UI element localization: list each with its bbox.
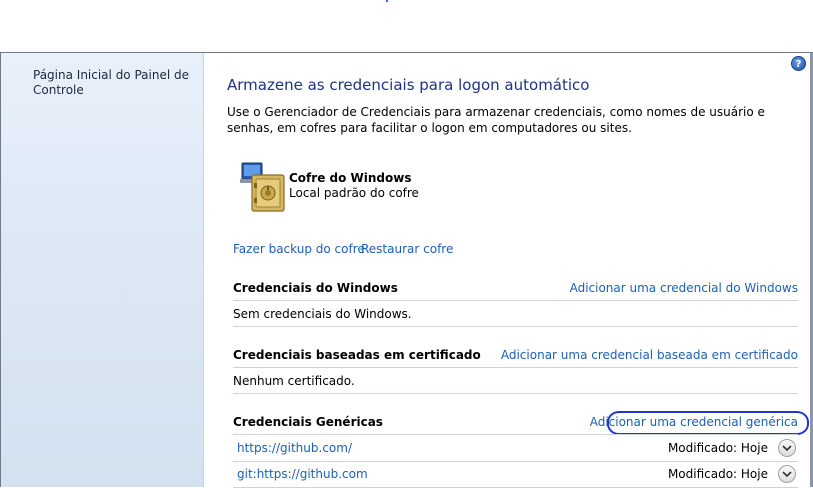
restore-vault-link[interactable]: Restaurar cofre [361,242,453,256]
backup-vault-link[interactable]: Fazer backup do cofre [233,242,365,256]
help-icon[interactable]: ? [791,56,806,71]
credential-address[interactable]: git:https://github.com [237,467,368,481]
vault-name: Cofre do Windows [289,171,412,185]
section-divider [233,300,798,301]
windows-credentials-header: Credenciais do Windows Adicionar uma cre… [233,281,798,299]
top-strip [0,0,813,52]
expand-button[interactable] [778,439,796,457]
control-panel-home-link[interactable]: Página Inicial do Painel de Controle [33,68,193,98]
section-divider [233,434,798,435]
row-divider [233,461,798,462]
add-certificate-credential-link[interactable]: Adicionar uma credencial baseada em cert… [501,348,798,362]
credential-manager-window: Página Inicial do Painel de Controle ? A… [0,52,813,488]
section-divider [233,393,798,394]
vault-subtitle: Local padrão do cofre [289,186,419,200]
navigation-pane: Página Inicial do Painel de Controle [0,53,204,487]
section-divider [233,326,798,327]
list-item[interactable]: https://github.com/ Modificado: Hoje [233,439,798,461]
page-title: Armazene as credenciais para logon autom… [227,76,590,94]
list-item[interactable]: git:https://github.com Modificado: Hoje [233,465,798,487]
expand-button[interactable] [778,465,796,483]
credential-address[interactable]: https://github.com/ [237,441,352,455]
top-mark [386,0,388,2]
vault-safe-icon [240,162,285,212]
certificate-credentials-empty: Nenhum certificado. [233,374,355,388]
credential-modified: Modificado: Hoje [667,467,768,481]
section-heading: Credenciais do Windows [233,281,398,295]
certificate-credentials-header: Credenciais baseadas em certificado Adic… [233,348,798,366]
chevron-down-icon [782,471,792,478]
section-heading: Credenciais Genéricas [233,415,383,429]
windows-credentials-empty: Sem credenciais do Windows. [233,307,412,321]
section-divider [233,367,798,368]
add-windows-credential-link[interactable]: Adicionar uma credencial do Windows [570,281,798,295]
chevron-down-icon [782,445,792,452]
credential-modified: Modificado: Hoje [667,441,768,455]
highlight-annotation-oval [607,411,809,435]
section-heading: Credenciais baseadas em certificado [233,348,481,362]
page-description: Use o Gerenciador de Credenciais para ar… [227,105,765,135]
